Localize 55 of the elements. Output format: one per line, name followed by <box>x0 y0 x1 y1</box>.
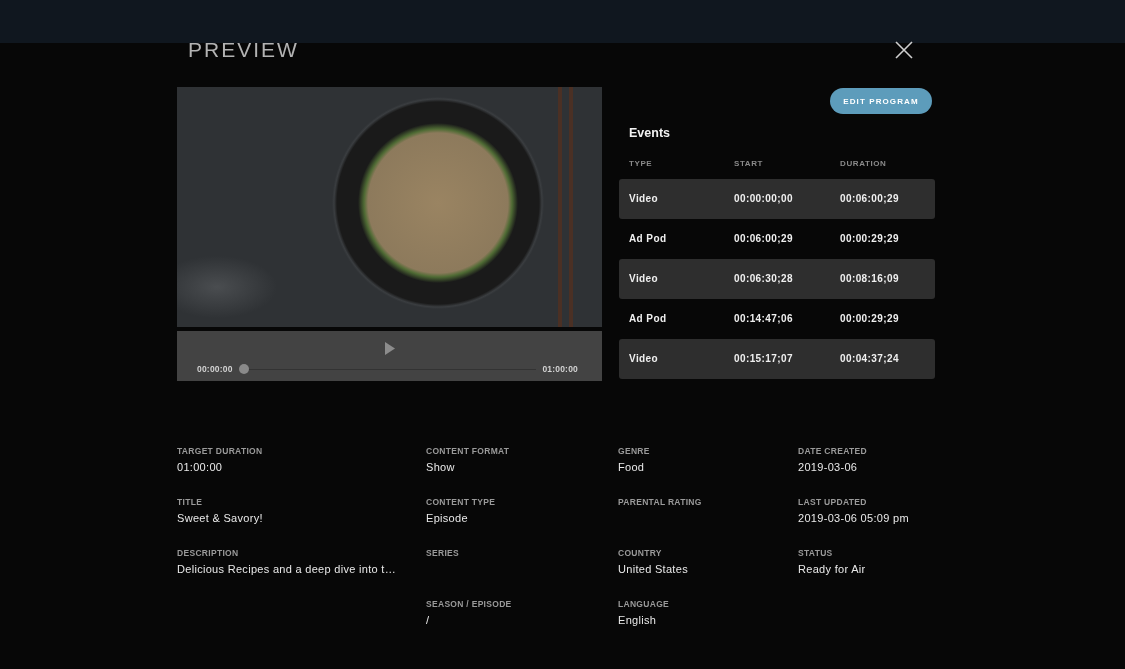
field-label: LAST UPDATED <box>798 497 867 507</box>
events-heading: Events <box>628 125 670 141</box>
field-label: TITLE <box>177 497 203 507</box>
table-cell: 00:08:16;09 <box>840 272 899 285</box>
field-label: CONTENT FORMAT <box>426 446 510 456</box>
field-label: DATE CREATED <box>798 446 867 456</box>
field-value: Sweet & Savory! <box>177 511 263 525</box>
field-label: CONTENT TYPE <box>426 497 496 507</box>
field-value: Show <box>426 460 455 474</box>
table-cell-text: Video <box>629 352 660 365</box>
field-value: Ready for Air <box>798 562 866 576</box>
play-icon <box>384 342 395 355</box>
table-cell: 00:00:29;29 <box>840 233 899 245</box>
field-value: 01:00:00 <box>177 460 223 474</box>
field-label: COUNTRY <box>618 548 662 558</box>
table-cell-text: Video <box>629 192 660 205</box>
table-cell-text: Ad Pod <box>629 313 668 325</box>
close-button[interactable] <box>895 41 913 59</box>
column-header: TYPE <box>629 159 654 169</box>
field-label: LANGUAGE <box>618 599 670 609</box>
field-label: TARGET DURATION <box>177 446 263 456</box>
field-value: Food <box>618 460 645 474</box>
table-cell: 00:00:29;29 <box>840 313 899 325</box>
table-cell-text: 00:06:30;28 <box>734 272 794 285</box>
table-cell-text: 00:00:00;00 <box>734 192 794 205</box>
play-button[interactable] <box>384 342 395 355</box>
table-cell-text: Ad Pod <box>629 233 668 245</box>
table-cell: 00:06:00;29 <box>840 192 899 205</box>
total-time: 01:00:00 <box>542 364 578 374</box>
column-header: DURATION <box>840 159 887 169</box>
current-time: 00:00:00 <box>197 364 233 374</box>
field-value: Delicious Recipes and a deep dive into t… <box>177 562 396 576</box>
field-label: DESCRIPTION <box>177 548 239 558</box>
seek-slider[interactable] <box>238 364 537 374</box>
field-label: SEASON / EPISODE <box>426 599 512 609</box>
table-cell: 00:04:37;24 <box>840 352 899 365</box>
field-value: 2019-03-06 <box>798 460 858 474</box>
table-cell-text: 00:06:00;29 <box>734 233 794 245</box>
field-value: 2019-03-06 05:09 pm <box>798 511 909 525</box>
edit-program-button[interactable]: EDIT PROGRAM <box>830 88 932 114</box>
seek-thumb[interactable] <box>238 364 249 374</box>
field-label: GENRE <box>618 446 650 456</box>
field-label: SERIES <box>426 548 459 558</box>
table-cell-text: Video <box>629 272 660 285</box>
field-label: PARENTAL RATING <box>618 497 702 507</box>
field-value: United States <box>618 562 688 576</box>
close-icon <box>895 41 913 59</box>
field-value: Episode <box>426 511 468 525</box>
table-cell-text: 00:14:47;06 <box>734 313 794 325</box>
field-label: STATUS <box>798 548 833 558</box>
column-header: START <box>734 159 765 169</box>
field-value: / <box>426 613 430 627</box>
field-value: English <box>618 613 657 627</box>
dialog-title: PREVIEW <box>188 37 299 63</box>
table-cell-text: 00:15:17;07 <box>734 352 794 365</box>
